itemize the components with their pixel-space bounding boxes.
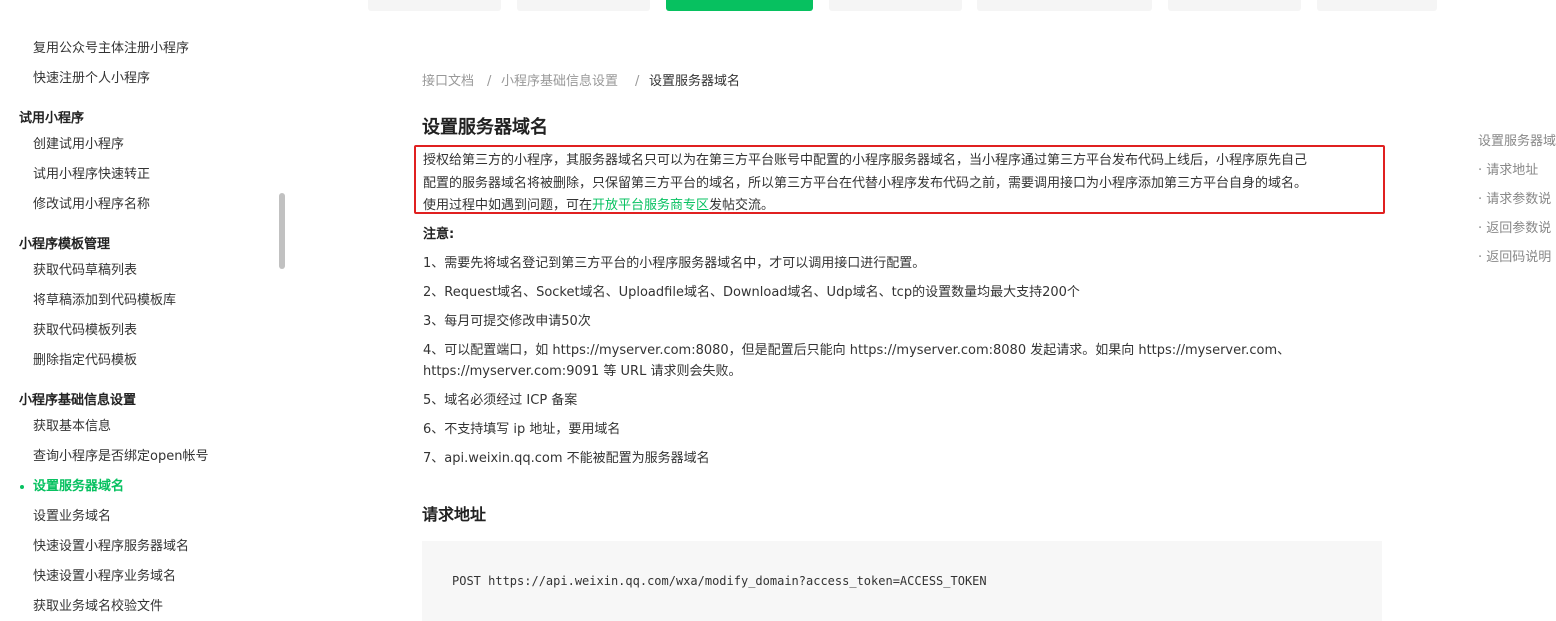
service-provider-forum-link[interactable]: 开放平台服务商专区 bbox=[592, 198, 709, 213]
note-item: 4、可以配置端口，如 https://myserver.com:8080，但是配… bbox=[423, 343, 1291, 358]
sidebar-item[interactable]: 快速设置小程序业务域名 bbox=[33, 568, 176, 586]
top-tab-6[interactable] bbox=[1168, 0, 1301, 11]
toc-item[interactable]: · 返回码说明 bbox=[1478, 249, 1551, 267]
sidebar-nav: 复用公众号主体注册小程序 快速注册个人小程序 试用小程序 创建试用小程序 试用小… bbox=[0, 0, 276, 614]
request-section-title: 请求地址 bbox=[422, 505, 487, 524]
sidebar-item[interactable]: 获取业务域名校验文件 bbox=[33, 598, 163, 616]
breadcrumb-item[interactable]: 接口文档 bbox=[422, 73, 474, 91]
note-item: https://myserver.com:9091 等 URL 请求则会失败。 bbox=[423, 364, 742, 379]
breadcrumb-separator: / bbox=[635, 74, 640, 89]
sidebar-item[interactable]: 修改试用小程序名称 bbox=[33, 196, 150, 214]
sidebar-item[interactable]: 试用小程序快速转正 bbox=[33, 166, 150, 184]
toc-item[interactable]: · 请求地址 bbox=[1478, 162, 1538, 180]
intro-text: 发帖交流。 bbox=[709, 198, 775, 213]
intro-text: 使用过程中如遇到问题，可在 bbox=[423, 198, 593, 213]
sidebar-item[interactable]: 创建试用小程序 bbox=[33, 136, 124, 154]
top-tab-4[interactable] bbox=[829, 0, 962, 11]
note-item: 6、不支持填写 ip 地址，要用域名 bbox=[423, 422, 621, 437]
sidebar-item[interactable]: 获取代码草稿列表 bbox=[33, 262, 137, 280]
note-heading: 注意: bbox=[423, 227, 455, 242]
sidebar-group-heading[interactable]: 小程序基础信息设置 bbox=[19, 392, 136, 410]
top-tab-active[interactable] bbox=[666, 0, 813, 11]
sidebar-item[interactable]: 删除指定代码模板 bbox=[33, 352, 137, 370]
intro-paragraph-line: 配置的服务器域名将被删除，只保留第三方平台的域名，所以第三方平台在代替小程序发布… bbox=[423, 176, 1308, 191]
top-tab-7[interactable] bbox=[1317, 0, 1437, 11]
sidebar-scrollbar-thumb[interactable] bbox=[279, 193, 285, 269]
sidebar-item[interactable]: 获取代码模板列表 bbox=[33, 322, 137, 340]
sidebar-item[interactable]: 快速设置小程序服务器域名 bbox=[33, 538, 189, 556]
breadcrumb-item[interactable]: 小程序基础信息设置 bbox=[501, 73, 618, 91]
sidebar-group-heading[interactable]: 试用小程序 bbox=[19, 110, 84, 128]
note-item: 3、每月可提交修改申请50次 bbox=[423, 314, 591, 329]
breadcrumb-separator: / bbox=[487, 74, 492, 89]
sidebar-scrollbar-track[interactable] bbox=[279, 0, 285, 614]
breadcrumb-current: 设置服务器域名 bbox=[649, 74, 741, 89]
top-tab-1[interactable] bbox=[368, 0, 501, 11]
sidebar-item-active[interactable]: 设置服务器域名 bbox=[33, 478, 124, 496]
note-item: 1、需要先将域名登记到第三方平台的小程序服务器域名中，才可以调用接口进行配置。 bbox=[423, 256, 926, 271]
intro-paragraph-line: 授权给第三方的小程序，其服务器域名只可以为在第三方平台账号中配置的小程序服务器域… bbox=[423, 153, 1308, 168]
note-item: 7、api.weixin.qq.com 不能被配置为服务器域名 bbox=[423, 451, 710, 466]
sidebar-item[interactable]: 复用公众号主体注册小程序 bbox=[33, 40, 189, 58]
sidebar-item[interactable]: 获取基本信息 bbox=[33, 418, 111, 436]
sidebar-item[interactable]: 快速注册个人小程序 bbox=[33, 70, 150, 88]
toc-item[interactable]: · 返回参数说 bbox=[1478, 220, 1551, 238]
sidebar-item[interactable]: 查询小程序是否绑定open帐号 bbox=[33, 448, 208, 466]
active-dot-icon bbox=[20, 485, 24, 489]
intro-paragraph-line: 使用过程中如遇到问题，可在开放平台服务商专区发帖交流。 bbox=[423, 196, 774, 216]
top-tab-2[interactable] bbox=[517, 0, 650, 11]
toc-item[interactable]: · 请求参数说 bbox=[1478, 191, 1551, 209]
sidebar-item[interactable]: 设置业务域名 bbox=[33, 508, 111, 526]
request-code[interactable]: POST https://api.weixin.qq.com/wxa/modif… bbox=[452, 572, 987, 590]
note-item: 2、Request域名、Socket域名、Uploadfile域名、Downlo… bbox=[423, 285, 1080, 300]
top-tab-5[interactable] bbox=[977, 0, 1152, 11]
note-item: 5、域名必须经过 ICP 备案 bbox=[423, 393, 578, 408]
page-title: 设置服务器域名 bbox=[422, 117, 548, 138]
toc-item[interactable]: 设置服务器域 bbox=[1478, 133, 1556, 151]
sidebar-group-heading[interactable]: 小程序模板管理 bbox=[19, 236, 110, 254]
sidebar-item[interactable]: 将草稿添加到代码模板库 bbox=[33, 292, 176, 310]
